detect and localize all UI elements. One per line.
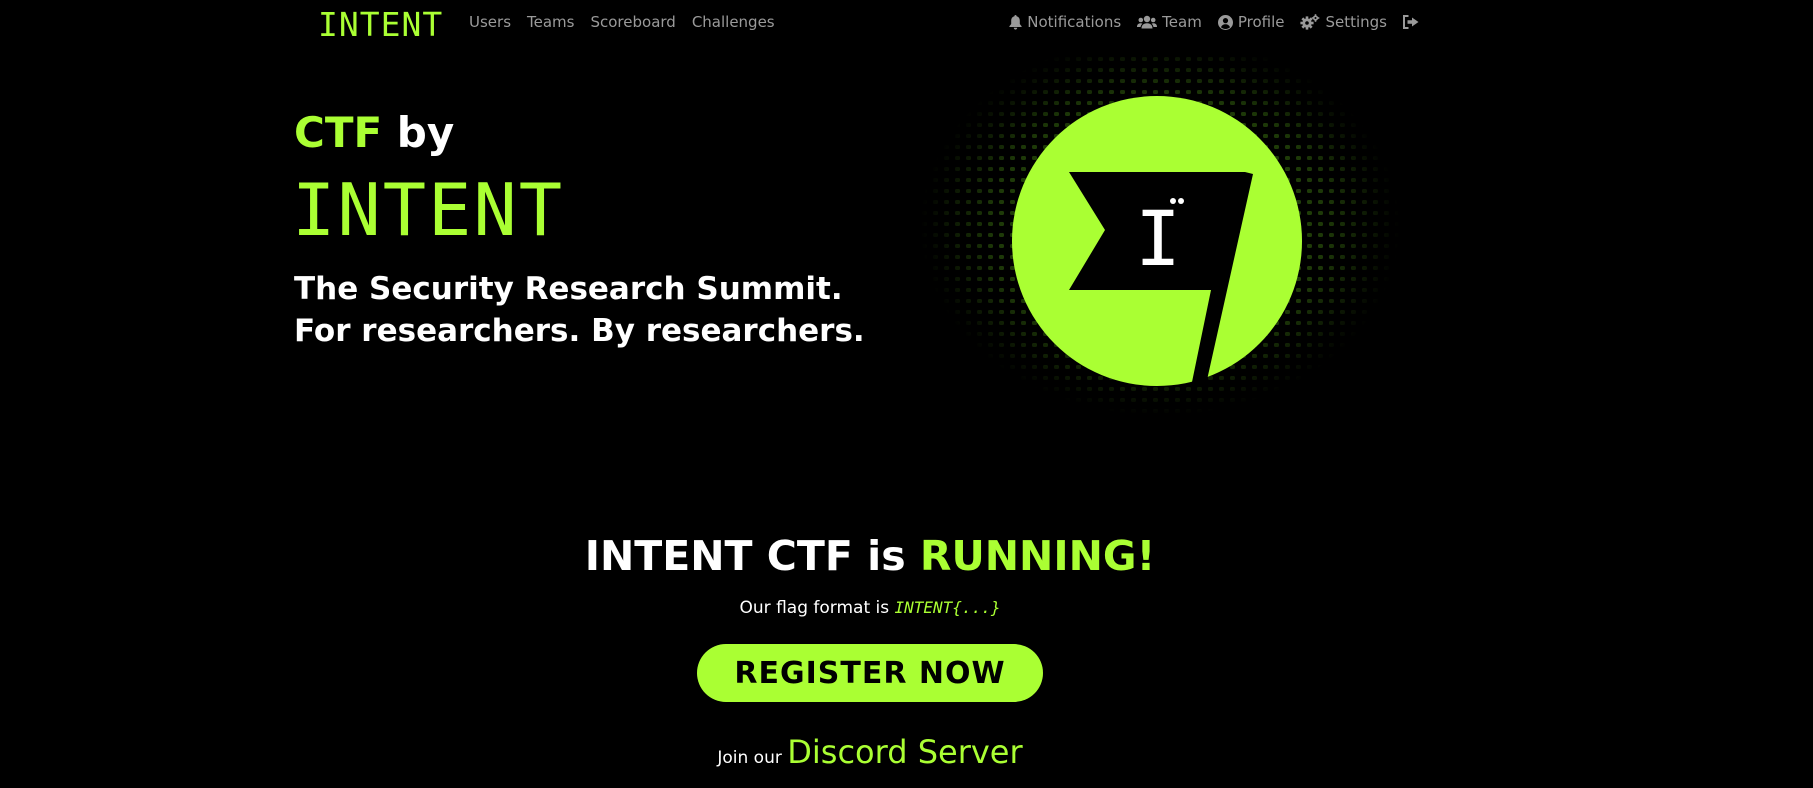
navbar: INTENT Users Teams Scoreboard Challenges… <box>0 0 1813 48</box>
hero-title: CTF by <box>294 108 454 158</box>
flag-format-label: Our flag format is <box>739 598 895 618</box>
nav-link-challenges[interactable]: Challenges <box>692 13 775 31</box>
flag-format-value: INTENT{...} <box>894 598 1001 617</box>
sign-out-icon <box>1403 15 1419 29</box>
nav-link-team[interactable]: Team <box>1137 13 1202 31</box>
discord-line: Join our Discord Server <box>0 730 1740 780</box>
hero-tagline: The Security Research Summit. For resear… <box>294 268 865 352</box>
nav-link-users[interactable]: Users <box>469 13 511 31</box>
discord-link[interactable]: Discord Server <box>787 733 1022 771</box>
nav-link-teams[interactable]: Teams <box>527 13 574 31</box>
nav-link-team-label: Team <box>1162 13 1202 31</box>
user-circle-icon <box>1217 14 1233 30</box>
nav-link-settings[interactable]: Settings <box>1300 13 1387 31</box>
nav-link-notifications[interactable]: Notifications <box>1009 13 1121 31</box>
hero-flag-logo: I <box>920 55 1400 435</box>
hero-tagline-line2: For researchers. By researchers. <box>294 313 865 349</box>
nav-main-links: Users Teams Scoreboard Challenges <box>469 13 775 31</box>
ctf-status-headline: INTENT CTF is RUNNING! <box>0 528 1740 584</box>
hero-title-rest: by <box>382 108 455 157</box>
nav-user-links: Notifications Team Profile Settings <box>1009 13 1419 31</box>
users-icon <box>1137 15 1158 29</box>
ctf-status-prefix: INTENT CTF is <box>584 532 920 580</box>
nav-link-settings-label: Settings <box>1325 13 1387 31</box>
hero-tagline-line1: The Security Research Summit. <box>294 271 843 307</box>
logo-letter-dot <box>1178 198 1184 204</box>
logout-button[interactable] <box>1403 15 1419 29</box>
bell-icon <box>1009 14 1022 30</box>
nav-link-profile-label: Profile <box>1237 13 1285 31</box>
gears-icon <box>1300 14 1320 30</box>
nav-link-notifications-label: Notifications <box>1027 13 1122 31</box>
nav-link-scoreboard[interactable]: Scoreboard <box>590 13 675 31</box>
discord-prefix: Join our <box>717 748 788 768</box>
ctf-status-accent: RUNNING! <box>919 532 1156 580</box>
nav-link-profile[interactable]: Profile <box>1217 13 1285 31</box>
hero-wordmark: INTENT <box>292 168 565 252</box>
flag-format-line: Our flag format is INTENT{...} <box>0 596 1740 620</box>
logo-letter-dot <box>1170 198 1176 204</box>
brand-logo[interactable]: INTENT <box>318 7 443 43</box>
register-button[interactable]: REGISTER NOW <box>697 644 1043 702</box>
logo-letter: I <box>1135 194 1181 283</box>
hero-title-accent: CTF <box>294 108 383 157</box>
